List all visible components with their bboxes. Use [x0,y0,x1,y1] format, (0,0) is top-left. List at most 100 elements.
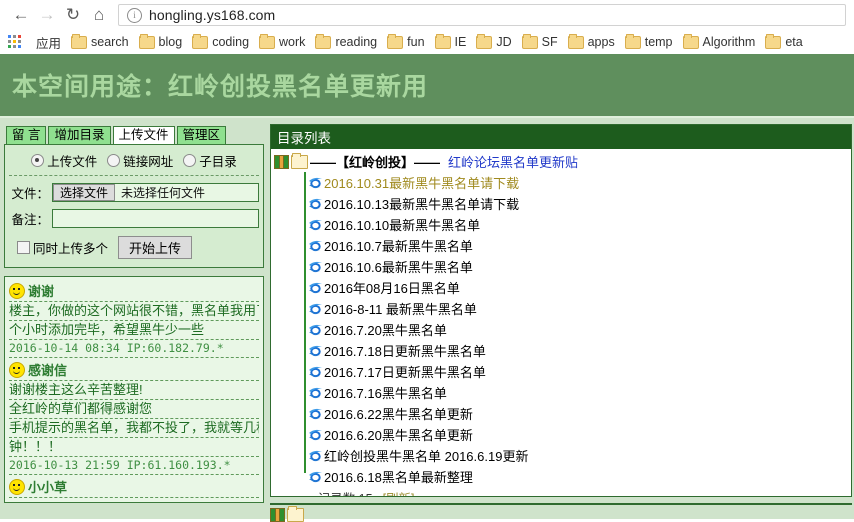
books-icon [270,508,285,522]
bookmark-item[interactable]: fun [387,33,425,49]
radio-button-icon[interactable] [31,154,45,167]
home-icon[interactable]: ⌂ [86,2,112,28]
content-area: 留 言 增加目录 上传文件 管理区 上传文件 链接网址 子目录 文件： 选择文件… [0,118,854,522]
bookmark-item[interactable]: reading [315,33,377,49]
radio-upload-file-label: 上传文件 [47,155,98,169]
radio-subdirectory-label: 子目录 [199,155,237,169]
folder-icon [521,33,538,49]
folder-icon [624,33,641,49]
internet-explorer-icon [308,197,323,211]
list-item[interactable]: 2016年08月16日黑名单 [304,277,851,298]
bookmark-label: IE [454,35,467,49]
list-item[interactable]: 2016.10.13最新黑牛黑名单请下载 [304,193,851,214]
bookmark-item[interactable]: work [259,33,305,49]
folder-row[interactable]: ——【红岭创投】—— 红岭论坛黑名单更新贴 [271,149,851,172]
internet-explorer-icon [308,302,323,316]
list-item[interactable]: 2016.7.18日更新黑牛黑名单 [304,340,851,361]
folder-icon [567,33,584,49]
choose-file-button[interactable]: 选择文件 [53,184,116,201]
bookmark-item[interactable]: Algorithm [682,33,755,49]
address-bar-url: hongling.ys168.com [149,7,276,23]
tab-admin-area[interactable]: 管理区 [176,126,227,144]
folder-icon [71,33,88,49]
start-upload-button[interactable]: 开始上传 [118,236,193,259]
list-item[interactable]: 2016-8-11 最新黑牛黑名单 [304,298,851,319]
list-item[interactable]: 2016.6.22黑牛黑名单更新 [304,403,851,424]
radio-link-url[interactable]: 链接网址 [107,151,173,170]
list-item-label: 2016.7.17日更新黑牛黑名单 [324,365,486,380]
list-item-label: 2016.6.20黑牛黑名单更新 [324,428,473,443]
bookmark-label: coding [212,35,250,49]
message-title: 小小草 [28,480,68,495]
tab-upload-file[interactable]: 上传文件 [112,126,175,144]
list-item-label: 2016.7.16黑牛黑名单 [324,386,447,401]
next-folder-row[interactable] [270,503,852,522]
file-input[interactable]: 选择文件 未选择任何文件 [52,183,259,202]
message-meta: 2016-10-13 21:59 IP:61.160.193.* [9,457,259,475]
folder-icon [192,33,209,49]
double-chevron-icon: » [308,491,315,497]
bookmark-label: JD [496,35,512,49]
address-bar[interactable]: i hongling.ys168.com [118,4,846,26]
forward-arrow-icon[interactable]: → [34,2,60,28]
bookmark-label: temp [644,35,673,49]
list-item-label: 2016.6.22黑牛黑名单更新 [324,407,473,422]
bookmark-item[interactable]: JD [476,33,512,49]
list-item[interactable]: 2016.6.18黑名单最新整理 [304,466,851,487]
list-item[interactable]: 2016.6.20黑牛黑名单更新 [304,424,851,445]
radio-button-icon[interactable] [107,154,121,167]
back-arrow-icon[interactable]: ← [8,2,34,28]
list-item[interactable]: 2016.10.31最新黑牛黑名单请下载 [304,172,851,193]
bookmark-item[interactable]: SF [521,33,558,49]
apps-grid-icon[interactable] [8,34,23,50]
bookmark-apps[interactable]: 应用 [32,33,61,52]
message-title: 谢谢 [28,284,55,299]
bookmark-item[interactable]: IE [434,33,467,49]
list-item[interactable]: 2016.10.6最新黑牛黑名单 [304,256,851,277]
note-input[interactable] [52,209,259,228]
message-meta: 2016-10-14 08:34 IP:60.182.79.* [9,340,259,358]
smiley-icon [9,478,25,495]
internet-explorer-icon [308,407,323,421]
tab-add-directory[interactable]: 增加目录 [48,126,111,144]
bookmark-item[interactable]: search [71,33,129,49]
tab-messages[interactable]: 留 言 [6,126,47,144]
radio-button-icon[interactable] [183,154,197,167]
internet-explorer-icon [308,428,323,442]
internet-explorer-icon [308,281,323,295]
bookmark-item[interactable]: apps [567,33,615,49]
bookmark-label: blog [158,35,183,49]
list-item-label: 2016.7.20黑牛黑名单 [324,323,447,338]
radio-upload-file[interactable]: 上传文件 [31,151,97,170]
list-item[interactable]: 2016.7.16黑牛黑名单 [304,382,851,403]
message-line: 手机提示的黑名单，我都不投了，我就等几秒 [9,419,259,438]
list-item[interactable]: 2016.10.10最新黑牛黑名单 [304,214,851,235]
internet-explorer-icon [308,344,323,358]
list-item-label: 2016-8-11 最新黑牛黑名单 [324,302,477,317]
bookmark-item[interactable]: coding [192,33,250,49]
browser-toolbar: ← → ↻ ⌂ i hongling.ys168.com [0,0,854,30]
info-circle-icon[interactable]: i [127,7,142,23]
message-line: 钟！！！ [9,438,259,457]
guestbook-panel: 谢谢 楼主，你做的这个网站很不错，黑名单我用了5 个小时添加完毕，希望黑牛少一些… [4,276,264,503]
refresh-link[interactable]: [刷新] [383,488,415,496]
folder-icon [291,152,308,169]
list-item[interactable]: 2016.7.17日更新黑牛黑名单 [304,361,851,382]
bookmark-item[interactable]: temp [624,33,673,49]
bookmark-item[interactable]: blog [138,33,183,49]
radio-subdirectory[interactable]: 子目录 [183,151,237,170]
bookmark-label: eta [785,35,803,49]
multi-upload-checkbox[interactable] [17,241,30,254]
list-item-label: 2016.10.10最新黑牛黑名单 [324,218,481,233]
list-item-label: 2016.10.13最新黑牛黑名单请下载 [324,197,520,212]
internet-explorer-icon [308,449,323,463]
message-line: 谢谢楼主这么辛苦整理! [9,381,259,400]
reload-icon[interactable]: ↻ [60,2,86,28]
list-item[interactable]: 2016.10.7最新黑牛黑名单 [304,235,851,256]
list-item[interactable]: 2016.7.20黑牛黑名单 [304,319,851,340]
list-item[interactable]: 红岭创投黑牛黑名单 2016.6.19更新 [304,445,851,466]
bookmark-label: SF [541,35,558,49]
bookmark-item[interactable]: eta [765,33,803,49]
bookmark-bar: 应用 search blog coding work reading fun I… [0,30,854,54]
message-header: 谢谢 [9,281,259,302]
